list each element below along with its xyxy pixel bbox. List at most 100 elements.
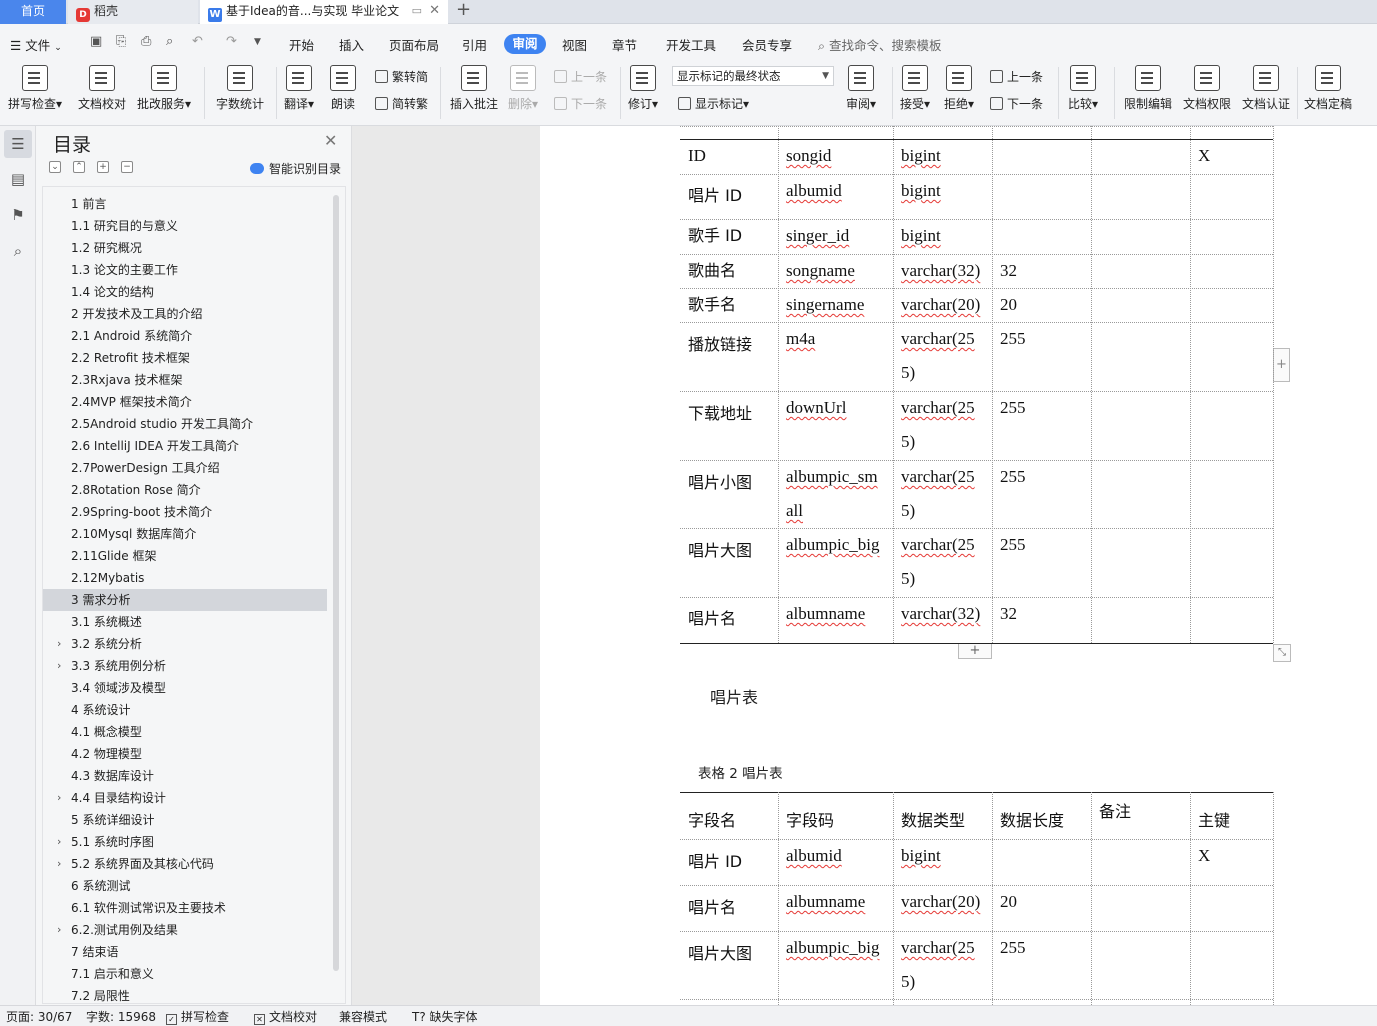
- table-cell[interactable]: 数据长度: [1000, 804, 1064, 838]
- table-resize-icon[interactable]: ⤡: [1273, 644, 1291, 662]
- toc-item[interactable]: 3.4 领域涉及模型: [43, 677, 327, 699]
- table-cell[interactable]: varchar(20): [901, 288, 980, 322]
- word-count-button[interactable]: 字数统计: [216, 65, 264, 112]
- export-pdf-icon[interactable]: ⎘: [116, 34, 126, 49]
- close-icon[interactable]: ✕: [324, 131, 337, 150]
- table-cell[interactable]: albumname: [786, 597, 865, 631]
- toc-item[interactable]: 2.5Android studio 开发工具简介: [43, 413, 327, 435]
- table-cell[interactable]: 255: [1000, 528, 1026, 562]
- add-column-button[interactable]: +: [1273, 348, 1290, 382]
- next-comment-button[interactable]: 下一条: [554, 95, 607, 112]
- bookmark-icon[interactable]: ⚑: [9, 206, 27, 224]
- document-certify-button[interactable]: 文档认证: [1242, 65, 1290, 112]
- table-cell[interactable]: 下载地址: [688, 397, 752, 431]
- toc-item[interactable]: 2.3Rxjava 技术框架: [43, 369, 327, 391]
- save-icon[interactable]: ▣: [90, 34, 102, 49]
- document-permission-button[interactable]: 文档权限: [1183, 65, 1231, 112]
- new-tab-icon[interactable]: +: [456, 0, 471, 20]
- table-cell[interactable]: 5): [901, 494, 915, 528]
- table-cell[interactable]: bigint: [901, 839, 941, 873]
- simp-to-trad-button[interactable]: 简转繁: [375, 95, 428, 112]
- toc-item[interactable]: 2.9Spring-boot 技术简介: [43, 501, 327, 523]
- toc-item[interactable]: 7.1 启示和意义: [43, 963, 327, 985]
- toc-item[interactable]: 1.3 论文的主要工作: [43, 259, 327, 281]
- trad-to-simp-button[interactable]: 繁转简: [375, 68, 428, 85]
- menu-start[interactable]: 开始: [289, 35, 314, 54]
- table-cell[interactable]: albumid: [786, 839, 842, 873]
- prev-change-button[interactable]: 上一条: [990, 68, 1043, 85]
- chevron-right-icon[interactable]: ›: [57, 919, 61, 941]
- toc-icon[interactable]: ☰: [4, 130, 32, 158]
- delete-comment-button[interactable]: 删除▾: [508, 65, 538, 112]
- menu-review[interactable]: 审阅: [504, 34, 546, 54]
- menu-member[interactable]: 会员专享: [742, 35, 792, 54]
- collapse-all-icon[interactable]: ⌄: [49, 161, 61, 173]
- status-spell-check[interactable]: ✓ 拼写检查: [166, 1008, 229, 1026]
- redo-icon[interactable]: ↷: [226, 34, 237, 49]
- menu-insert[interactable]: 插入: [339, 35, 364, 54]
- toc-item[interactable]: › 5.2 系统界面及其核心代码: [43, 853, 327, 875]
- missing-font-indicator[interactable]: T? 缺失字体: [412, 1008, 478, 1026]
- table-cell[interactable]: 255: [1000, 931, 1026, 965]
- chevron-right-icon[interactable]: ›: [57, 831, 61, 853]
- table-cell[interactable]: bigint: [901, 174, 941, 208]
- toc-item[interactable]: 2.2 Retrofit 技术框架: [43, 347, 327, 369]
- toc-item[interactable]: 1.2 研究概况: [43, 237, 327, 259]
- toc-item[interactable]: 2.6 IntelliJ IDEA 开发工具简介: [43, 435, 327, 457]
- tab-daoke[interactable]: D 稻壳: [68, 0, 198, 24]
- insert-comment-button[interactable]: 插入批注: [450, 65, 498, 112]
- table-cell[interactable]: 5): [901, 562, 915, 596]
- table-cell[interactable]: all: [786, 494, 803, 528]
- toc-item[interactable]: › 6.2.测试用例及结果: [43, 919, 327, 941]
- table-cell[interactable]: 255: [1000, 322, 1026, 356]
- table-cell[interactable]: 5): [901, 425, 915, 459]
- table-cell[interactable]: 字段名: [688, 804, 736, 838]
- toc-item[interactable]: 2.12Mybatis: [43, 567, 327, 589]
- reject-button[interactable]: 拒绝▾: [944, 65, 974, 112]
- file-menu[interactable]: ☰ 文件 ⌄: [10, 35, 62, 54]
- toc-item[interactable]: 2.1 Android 系统简介: [43, 325, 327, 347]
- table-cell[interactable]: 歌手 ID: [688, 219, 742, 253]
- toc-item[interactable]: 7 结束语: [43, 941, 327, 963]
- table-cell[interactable]: 255: [1000, 460, 1026, 494]
- table-cell[interactable]: songid: [786, 139, 831, 173]
- chevron-right-icon[interactable]: ›: [57, 787, 61, 809]
- toc-item[interactable]: 3.1 系统概述: [43, 611, 327, 633]
- toc-item[interactable]: 4 系统设计: [43, 699, 327, 721]
- table-cell[interactable]: ID: [688, 139, 706, 173]
- toc-item[interactable]: 6.1 软件测试常识及主要技术: [43, 897, 327, 919]
- table-cell[interactable]: 唱片名: [688, 602, 736, 636]
- toc-item[interactable]: 5 系统详细设计: [43, 809, 327, 831]
- table-cell[interactable]: 255: [1000, 391, 1026, 425]
- table-cell[interactable]: songname: [786, 254, 855, 288]
- table-cell[interactable]: 数据类型: [901, 804, 965, 838]
- status-proofread[interactable]: ✕ 文档校对: [254, 1008, 317, 1026]
- table-cell[interactable]: varchar(25: [901, 460, 975, 494]
- tab-document[interactable]: W 基于Idea的音...与实现 毕业论文 ▭ ✕: [200, 0, 448, 24]
- toc-item[interactable]: › 3.3 系统用例分析: [43, 655, 327, 677]
- close-tab-icon[interactable]: ✕: [429, 0, 440, 22]
- spell-check-button[interactable]: 拼写检查▾: [8, 65, 62, 112]
- review-pane-button[interactable]: 审阅▾: [846, 65, 876, 112]
- table-cell[interactable]: downUrl: [786, 391, 846, 425]
- menu-chapter[interactable]: 章节: [612, 35, 637, 54]
- table-cell[interactable]: 32: [1000, 254, 1017, 288]
- toc-item[interactable]: 2.7PowerDesign 工具介绍: [43, 457, 327, 479]
- monitor-icon[interactable]: ▭: [412, 0, 422, 22]
- toc-item[interactable]: 6 系统测试: [43, 875, 327, 897]
- table-cell[interactable]: 歌曲名: [688, 254, 736, 288]
- toc-item[interactable]: › 4.4 目录结构设计: [43, 787, 327, 809]
- table-cell[interactable]: albumpic_big: [786, 528, 879, 562]
- chevron-right-icon[interactable]: ›: [57, 633, 61, 655]
- toc-item[interactable]: 2.4MVP 框架技术简介: [43, 391, 327, 413]
- quick-access-more-icon[interactable]: ▼: [254, 37, 261, 47]
- table-cell[interactable]: 20: [1000, 885, 1017, 919]
- expand-all-icon[interactable]: ⌃: [73, 161, 85, 173]
- toc-item[interactable]: 1 前言: [43, 193, 327, 215]
- toc-item[interactable]: 3 需求分析: [43, 589, 327, 611]
- prev-comment-button[interactable]: 上一条: [554, 68, 607, 85]
- table-cell[interactable]: varchar(32): [901, 597, 980, 631]
- table-cell[interactable]: 主键: [1198, 804, 1230, 838]
- table-cell[interactable]: 唱片大图: [688, 534, 752, 568]
- toc-item[interactable]: › 3.2 系统分析: [43, 633, 327, 655]
